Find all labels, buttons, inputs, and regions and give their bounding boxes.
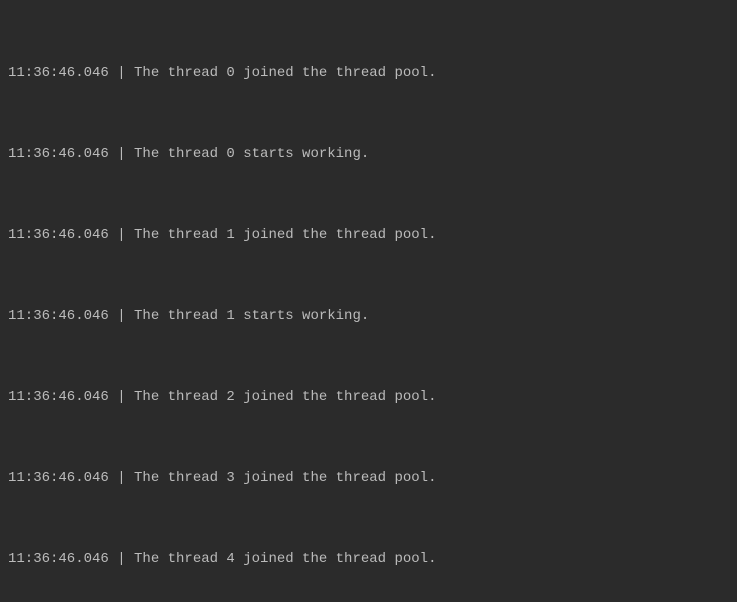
log-line: 11:36:46.046 | The thread 4 joined the t… [8,546,729,573]
log-line: 11:36:46.046 | The thread 0 starts worki… [8,141,729,168]
console-output: 11:36:46.046 | The thread 0 joined the t… [0,0,737,602]
log-line: 11:36:46.046 | The thread 2 joined the t… [8,384,729,411]
log-line: 11:36:46.046 | The thread 3 joined the t… [8,465,729,492]
log-line: 11:36:46.046 | The thread 1 joined the t… [8,222,729,249]
log-line: 11:36:46.046 | The thread 0 joined the t… [8,60,729,87]
log-line: 11:36:46.046 | The thread 1 starts worki… [8,303,729,330]
